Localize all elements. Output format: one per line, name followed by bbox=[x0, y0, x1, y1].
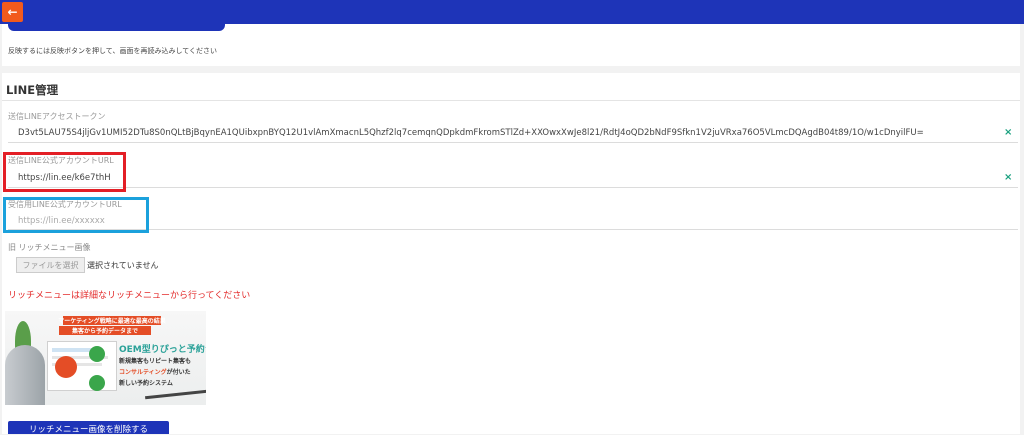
banner-line-2: コンサルティングが付いた bbox=[119, 367, 191, 376]
reflect-panel: 反映するには反映ボタンを押して、画面を再読み込みしてください bbox=[2, 24, 1020, 66]
rich-menu-warning: リッチメニューは詳細なリッチメニューから行ってください bbox=[8, 291, 251, 301]
receive-account-url-underline bbox=[8, 229, 1018, 230]
delete-rich-menu-button[interactable]: リッチメニュー画像を削除する bbox=[8, 421, 169, 435]
highlight-box-blue bbox=[3, 197, 149, 233]
banner-line-2-emphasis: コンサルティング bbox=[119, 369, 167, 376]
x-icon[interactable]: × bbox=[1004, 128, 1012, 138]
arrow-left-icon: ← bbox=[7, 5, 18, 19]
vase-graphic bbox=[5, 345, 45, 405]
send-account-url-underline bbox=[8, 187, 1018, 188]
red-circle-graphic bbox=[55, 356, 77, 378]
banner-headline: OEM型りぴっと予約システム bbox=[119, 345, 206, 355]
reflect-button-edge[interactable] bbox=[8, 24, 225, 31]
reflect-instruction-text: 反映するには反映ボタンを押して、画面を再読み込みしてください bbox=[8, 47, 218, 55]
file-status-text: 選択されていません bbox=[87, 261, 159, 270]
banner-line-3: 新しい予約システム bbox=[119, 380, 173, 387]
section-title: LINE管理 bbox=[6, 83, 59, 97]
top-navigation-bar: ← bbox=[0, 0, 1024, 24]
highlight-box-red bbox=[3, 152, 126, 192]
rich-menu-image: マーケティング戦略に最適な最高の結果 集客から予約データまで OEM型りぴっと予… bbox=[5, 311, 206, 405]
access-token-label: 送信LINEアクセストークン bbox=[8, 112, 106, 121]
banner-ribbon-bottom: 集客から予約データまで bbox=[59, 326, 151, 335]
green-circle-graphic bbox=[89, 346, 105, 362]
green-circle-graphic bbox=[89, 375, 105, 391]
x-icon[interactable]: × bbox=[1004, 173, 1012, 183]
back-button[interactable]: ← bbox=[2, 2, 23, 22]
line-management-panel: LINE管理 送信LINEアクセストークン D3vt5LAU75S4jljGv1… bbox=[2, 73, 1020, 435]
pen-graphic bbox=[145, 389, 206, 400]
title-divider bbox=[2, 100, 1020, 101]
banner-line-2-rest: が付いた bbox=[166, 369, 191, 376]
rich-menu-label: 旧 リッチメニュー画像 bbox=[8, 243, 91, 252]
banner-ribbon-top: マーケティング戦略に最適な最高の結果 bbox=[58, 316, 166, 325]
access-token-input[interactable]: D3vt5LAU75S4jljGv1UMI52DTu8S0nQLtBjBqynE… bbox=[18, 128, 924, 138]
access-token-underline bbox=[8, 142, 1018, 143]
banner-line-1: 新規集客もリピート集客も bbox=[119, 358, 192, 365]
choose-file-button[interactable]: ファイルを選択 bbox=[16, 257, 85, 273]
